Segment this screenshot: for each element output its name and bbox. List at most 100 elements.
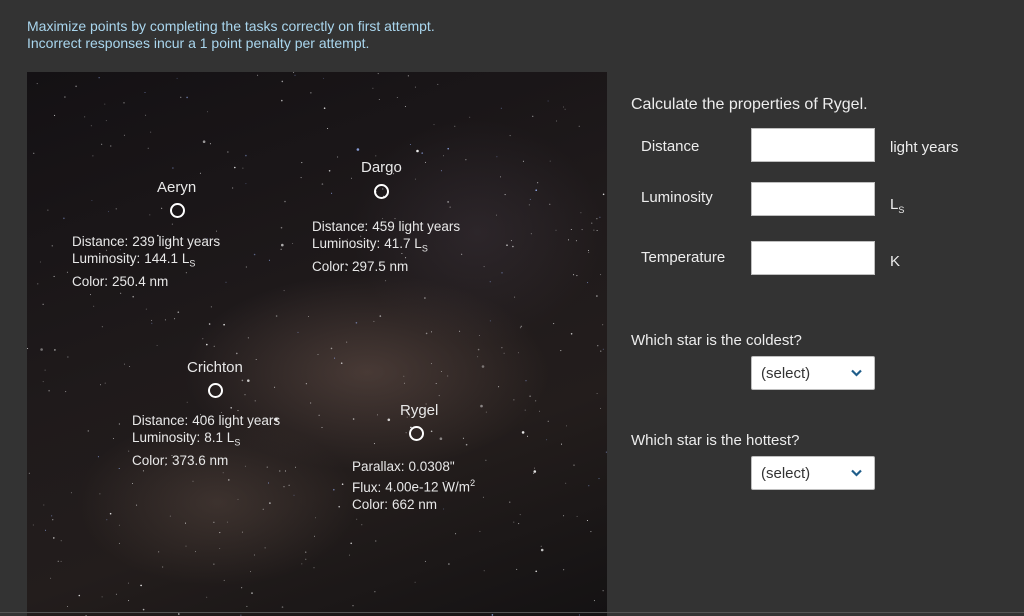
background-star-dot (519, 514, 521, 516)
background-star-dot (245, 154, 247, 157)
background-star-dot (236, 352, 238, 355)
background-star-dot (600, 274, 602, 276)
star-marker-crichton[interactable] (208, 383, 223, 398)
background-star-dot (142, 608, 145, 611)
background-star-dot (593, 229, 595, 231)
background-star-dot (78, 594, 81, 597)
background-star-dot (602, 348, 604, 350)
star-marker-aeryn[interactable] (170, 203, 185, 218)
coldest-select[interactable]: (select) (751, 356, 875, 390)
distance-value: 406 light years (192, 413, 281, 428)
background-star-dot (305, 558, 307, 560)
background-star-dot (246, 605, 248, 607)
background-star-dot (535, 189, 537, 191)
background-star-dot (118, 524, 120, 526)
background-star-dot (506, 244, 508, 246)
background-star-dot (337, 156, 339, 158)
background-star-dot (403, 382, 405, 384)
background-star-dot (27, 348, 29, 349)
background-star-dot (247, 379, 250, 383)
instructions: Maximize points by completing the tasks … (27, 18, 435, 52)
background-star-dot (36, 83, 38, 85)
background-star-dot (227, 151, 229, 153)
background-star-dot (563, 515, 565, 517)
background-star-dot (100, 384, 101, 386)
background-star-dot (101, 596, 103, 598)
background-star-dot (145, 114, 147, 116)
distance-value: 239 light years (132, 234, 221, 249)
background-star-dot (178, 613, 180, 615)
background-star-dot (106, 519, 108, 521)
star-marker-dargo[interactable] (374, 184, 389, 199)
background-star-dot (522, 160, 524, 162)
background-star-dot (568, 239, 569, 241)
background-star-dot (328, 170, 331, 172)
background-star-dot (206, 343, 208, 346)
background-star-dot (207, 111, 208, 113)
background-star-dot (600, 407, 602, 409)
background-star-dot (174, 318, 176, 320)
background-star-dot (361, 524, 363, 526)
background-star-dot (124, 363, 125, 365)
background-star-dot (142, 470, 144, 472)
background-star-dot (540, 545, 542, 547)
flux-value: 4.00e-12 W/m (385, 479, 471, 495)
luminosity-input[interactable] (751, 182, 875, 216)
background-star-dot (327, 128, 329, 129)
background-star-dot (242, 167, 244, 169)
background-star-dot (590, 531, 592, 533)
background-star-dot (529, 198, 531, 200)
background-star-dot (491, 614, 494, 616)
background-star-dot (496, 214, 497, 216)
background-star-dot (186, 96, 188, 99)
background-star-dot (480, 404, 483, 408)
background-star-dot (514, 296, 516, 298)
temperature-input[interactable] (751, 241, 875, 275)
background-star-dot (84, 116, 86, 118)
background-star-dot (199, 172, 201, 174)
background-star-dot (257, 74, 259, 76)
background-star-dot (292, 243, 294, 244)
background-star-dot (253, 253, 256, 256)
background-star-dot (553, 323, 555, 325)
luminosity-label: Luminosity: (132, 430, 201, 445)
background-star-dot (349, 554, 350, 556)
background-star-dot (373, 443, 375, 445)
background-star-dot (596, 230, 598, 231)
distance-input[interactable] (751, 128, 875, 162)
luminosity-label: Luminosity (641, 189, 713, 206)
background-star-dot (323, 77, 325, 79)
color-value: 297.5 nm (352, 258, 409, 274)
distance-unit: light years (890, 139, 959, 156)
luminosity-value: 8.1 L (204, 430, 235, 445)
background-star-dot (64, 96, 66, 98)
background-star-dot (104, 382, 106, 384)
background-star-dot (132, 483, 133, 484)
star-name-crichton: Crichton (187, 359, 243, 376)
background-star-dot (333, 488, 335, 491)
background-star-dot (101, 143, 103, 145)
background-star-dot (433, 124, 435, 126)
background-star-dot (374, 591, 376, 593)
background-star-dot (210, 306, 212, 308)
luminosity-unit-subscript: S (898, 205, 905, 215)
background-star-dot (599, 216, 601, 218)
background-star-dot (67, 356, 69, 358)
background-star-dot (513, 399, 515, 401)
background-star-dot (547, 420, 549, 422)
hottest-select[interactable]: (select) (751, 456, 875, 490)
background-star-dot (247, 337, 249, 339)
background-star-dot (440, 170, 442, 172)
background-star-dot (535, 570, 537, 573)
parallax-label: Parallax: (352, 459, 405, 474)
background-star-dot (128, 600, 130, 602)
background-star-dot (377, 73, 379, 75)
background-star-dot (108, 211, 109, 213)
background-star-dot (580, 212, 582, 214)
parallax-value: 0.0308" (408, 459, 455, 474)
background-star-dot (237, 498, 239, 500)
background-star-dot (561, 443, 562, 445)
background-star-dot (180, 96, 182, 98)
star-marker-rygel[interactable] (409, 426, 424, 441)
background-star-dot (132, 295, 134, 298)
